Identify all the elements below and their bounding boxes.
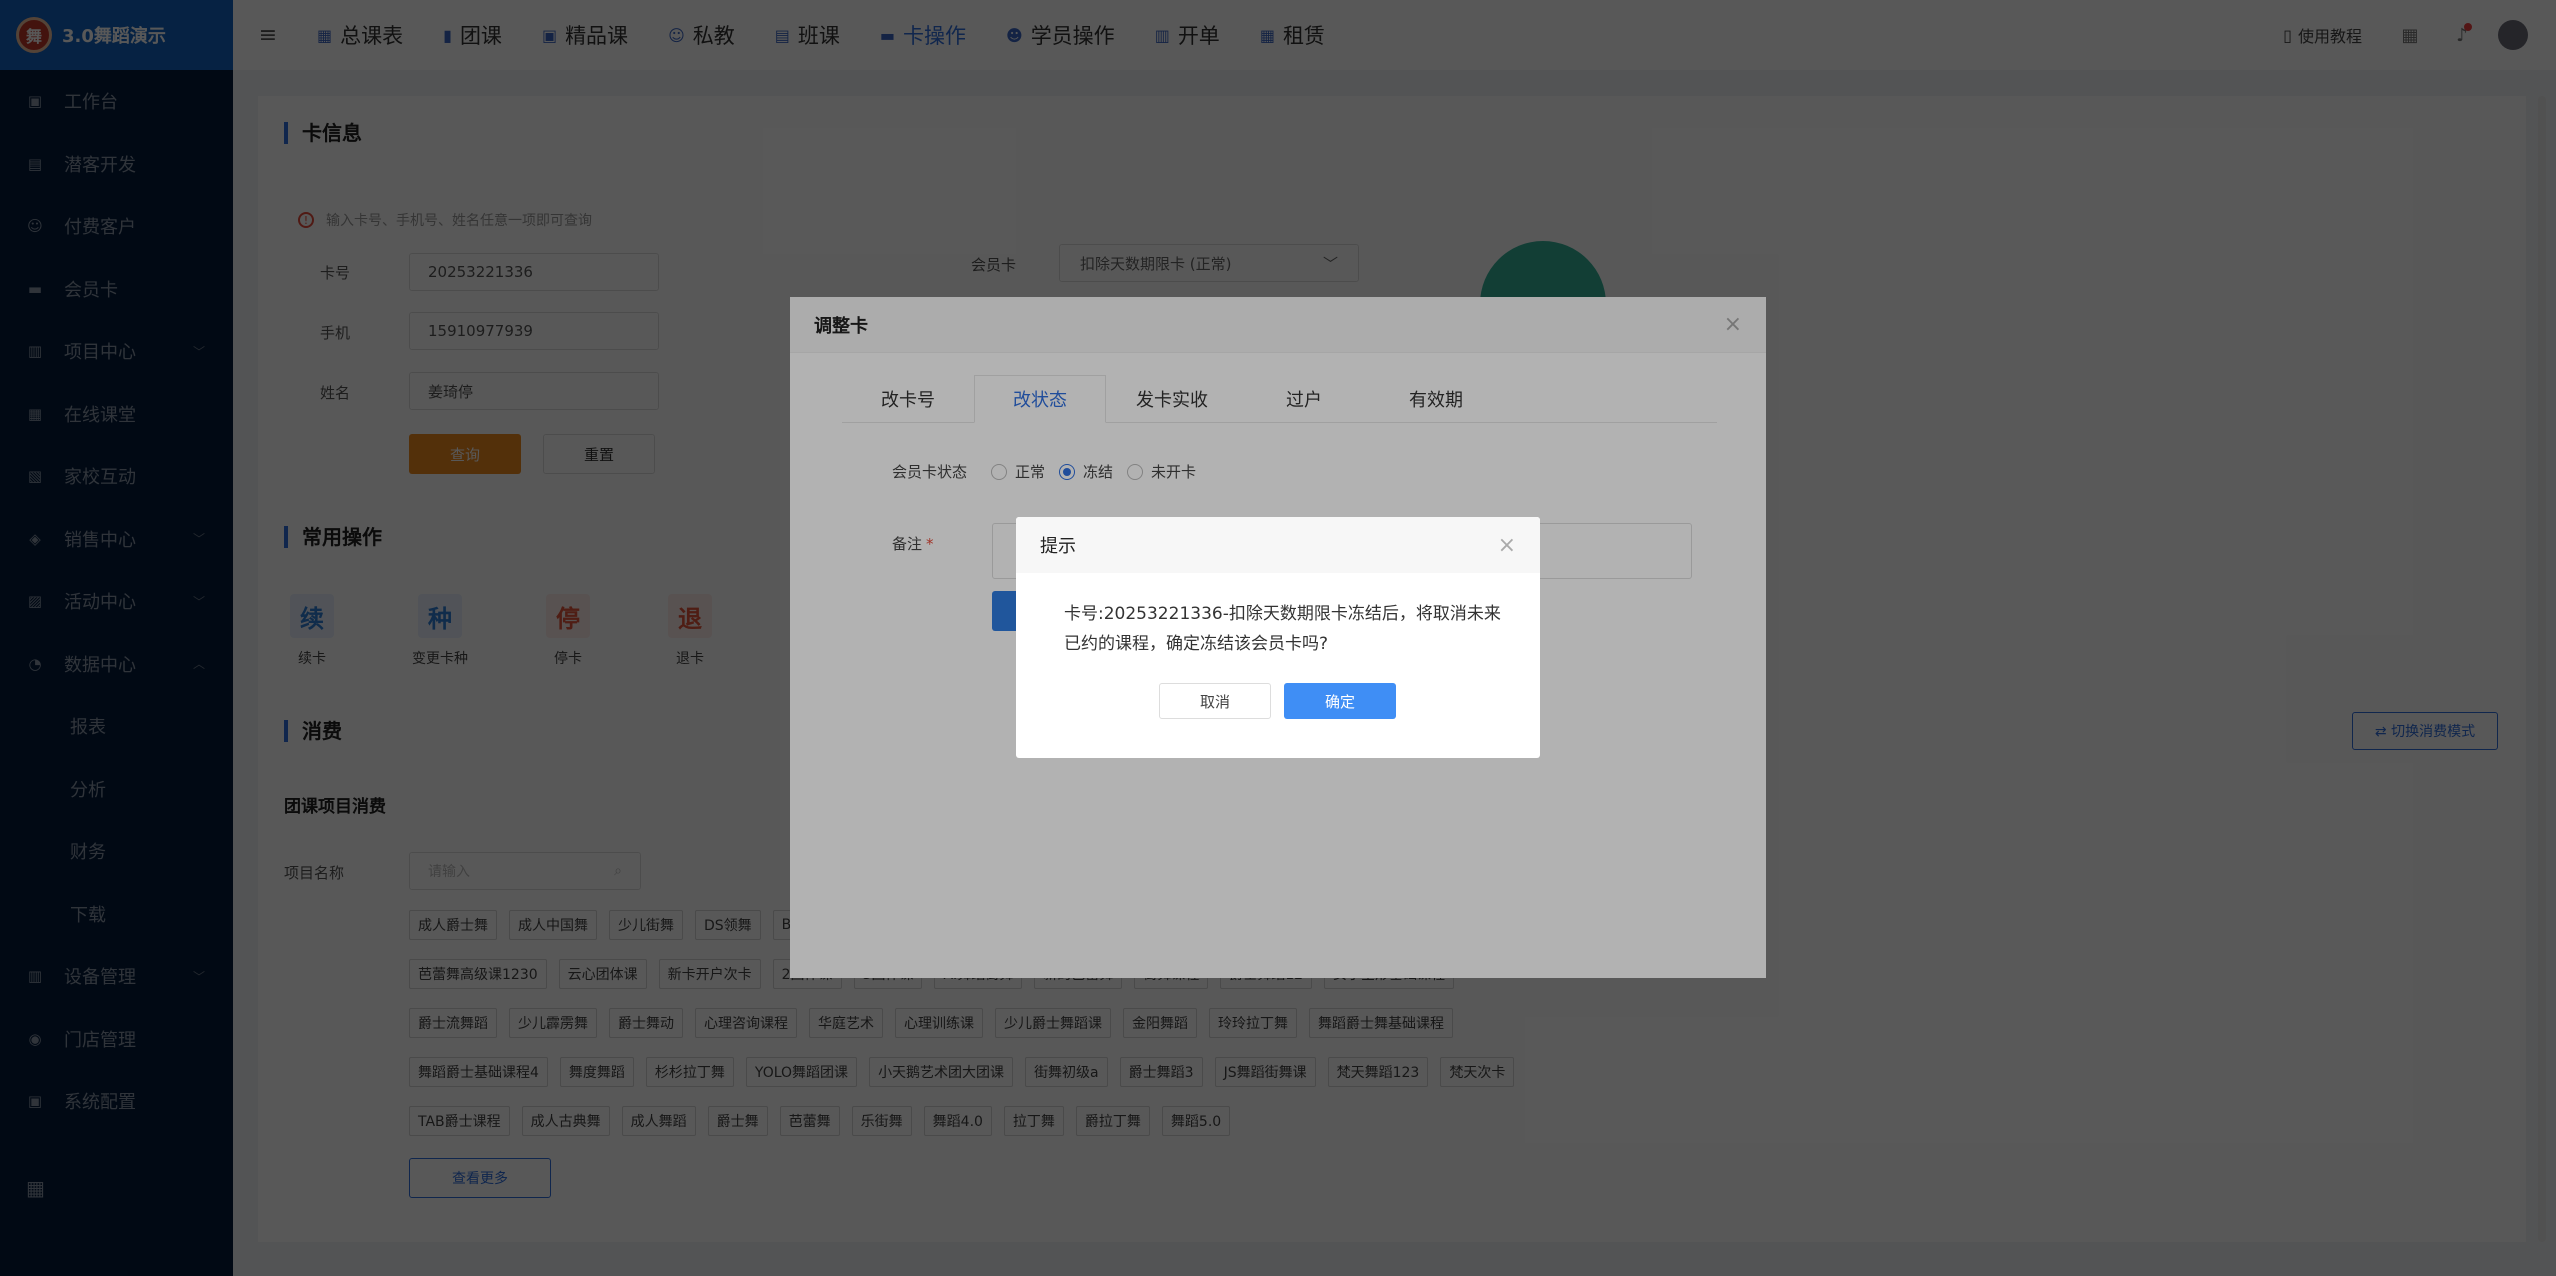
cancel-button[interactable]: 取消 bbox=[1159, 683, 1271, 719]
close-icon[interactable]: × bbox=[1498, 533, 1516, 558]
confirm-header: 提示 × bbox=[1016, 517, 1540, 573]
confirm-dialog: 提示 × 卡号:20253221336-扣除天数期限卡冻结后，将取消未来已约的课… bbox=[1016, 517, 1540, 758]
confirm-button[interactable]: 确定 bbox=[1284, 683, 1396, 719]
confirm-message: 卡号:20253221336-扣除天数期限卡冻结后，将取消未来已约的课程，确定冻… bbox=[1064, 604, 1501, 654]
confirm-title: 提示 bbox=[1040, 536, 1076, 557]
